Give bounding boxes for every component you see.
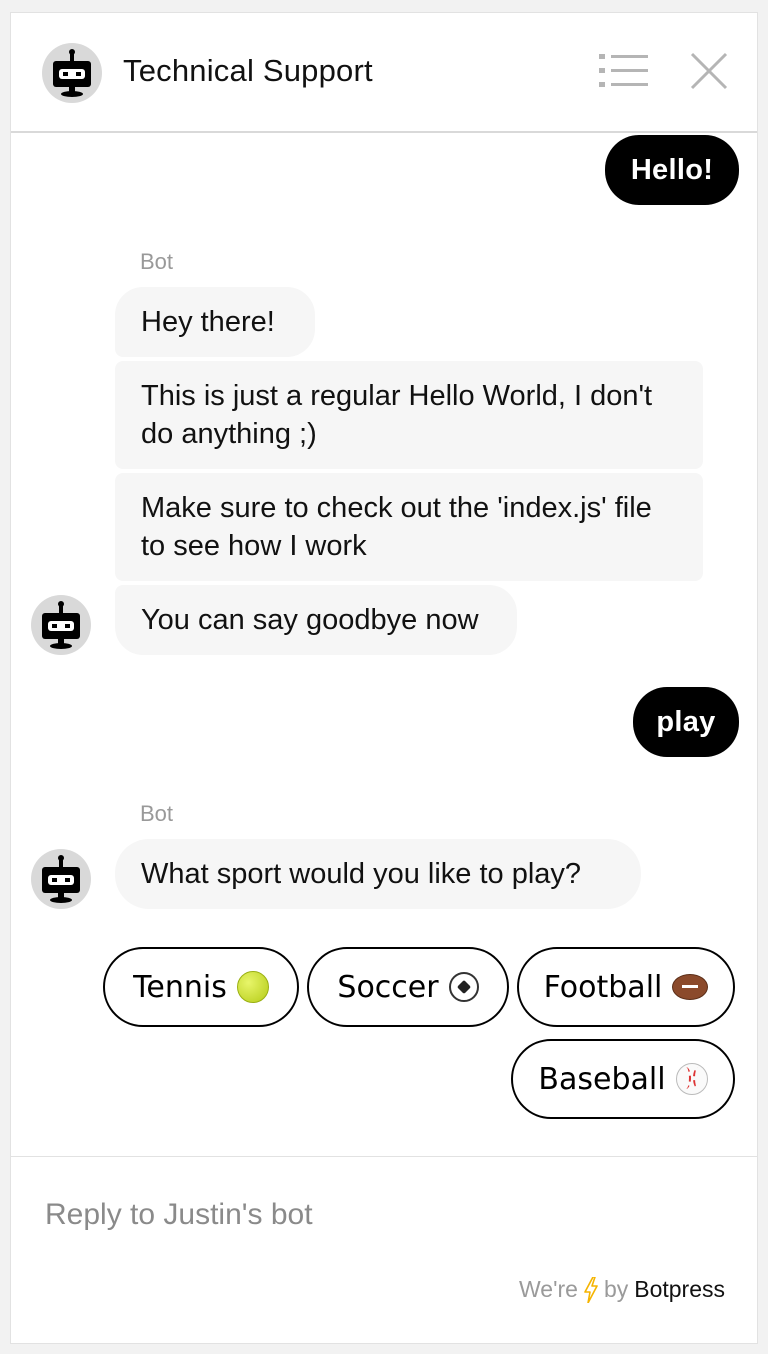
robot-icon <box>42 601 80 649</box>
conversation-list-button[interactable] <box>599 51 649 91</box>
chat-widget: Technical Support Hello! Bot Hey there! … <box>10 12 758 1344</box>
soccer-ball-icon <box>448 972 479 1002</box>
football-icon <box>672 974 709 1000</box>
quick-reply-football[interactable]: Football <box>517 947 735 1027</box>
chat-title: Technical Support <box>123 53 373 88</box>
bot-message: Make sure to check out the 'index.js' fi… <box>115 473 703 581</box>
quick-reply-label: Soccer <box>337 969 439 1005</box>
quick-reply-tennis[interactable]: Tennis <box>103 947 299 1027</box>
user-message: Hello! <box>605 135 739 205</box>
bot-message: This is just a regular Hello World, I do… <box>115 361 703 469</box>
close-button[interactable] <box>689 51 729 91</box>
bot-sender-label: Bot <box>140 249 174 274</box>
composer <box>11 1156 757 1277</box>
bot-avatar <box>31 849 91 909</box>
quick-reply-label: Tennis <box>133 969 227 1005</box>
bot-message: What sport would you like to play? <box>115 839 641 909</box>
quick-reply-baseball[interactable]: Baseball <box>511 1039 735 1119</box>
close-icon <box>690 52 728 90</box>
lightning-icon <box>584 1276 598 1303</box>
robot-icon <box>42 855 80 903</box>
bot-avatar <box>42 43 102 103</box>
bot-avatar <box>31 595 91 655</box>
powered-by-footer[interactable]: We're by Botpress <box>519 1276 725 1303</box>
list-icon <box>599 54 648 87</box>
quick-reply-label: Football <box>543 969 663 1005</box>
tennis-ball-icon <box>236 971 269 1003</box>
reply-input[interactable] <box>43 1197 727 1233</box>
footer-prefix: We're <box>519 1276 578 1302</box>
bot-sender-label: Bot <box>140 801 174 826</box>
baseball-icon <box>675 1063 708 1095</box>
quick-reply-soccer[interactable]: Soccer <box>307 947 509 1027</box>
user-message: play <box>633 687 739 757</box>
footer-brand: Botpress <box>634 1276 725 1302</box>
robot-icon <box>53 49 91 97</box>
chat-header: Technical Support <box>11 13 757 133</box>
quick-reply-label: Baseball <box>538 1061 666 1097</box>
bot-message: You can say goodbye now <box>115 585 517 655</box>
bot-message: Hey there! <box>115 287 315 357</box>
footer-by: by <box>603 1276 629 1302</box>
